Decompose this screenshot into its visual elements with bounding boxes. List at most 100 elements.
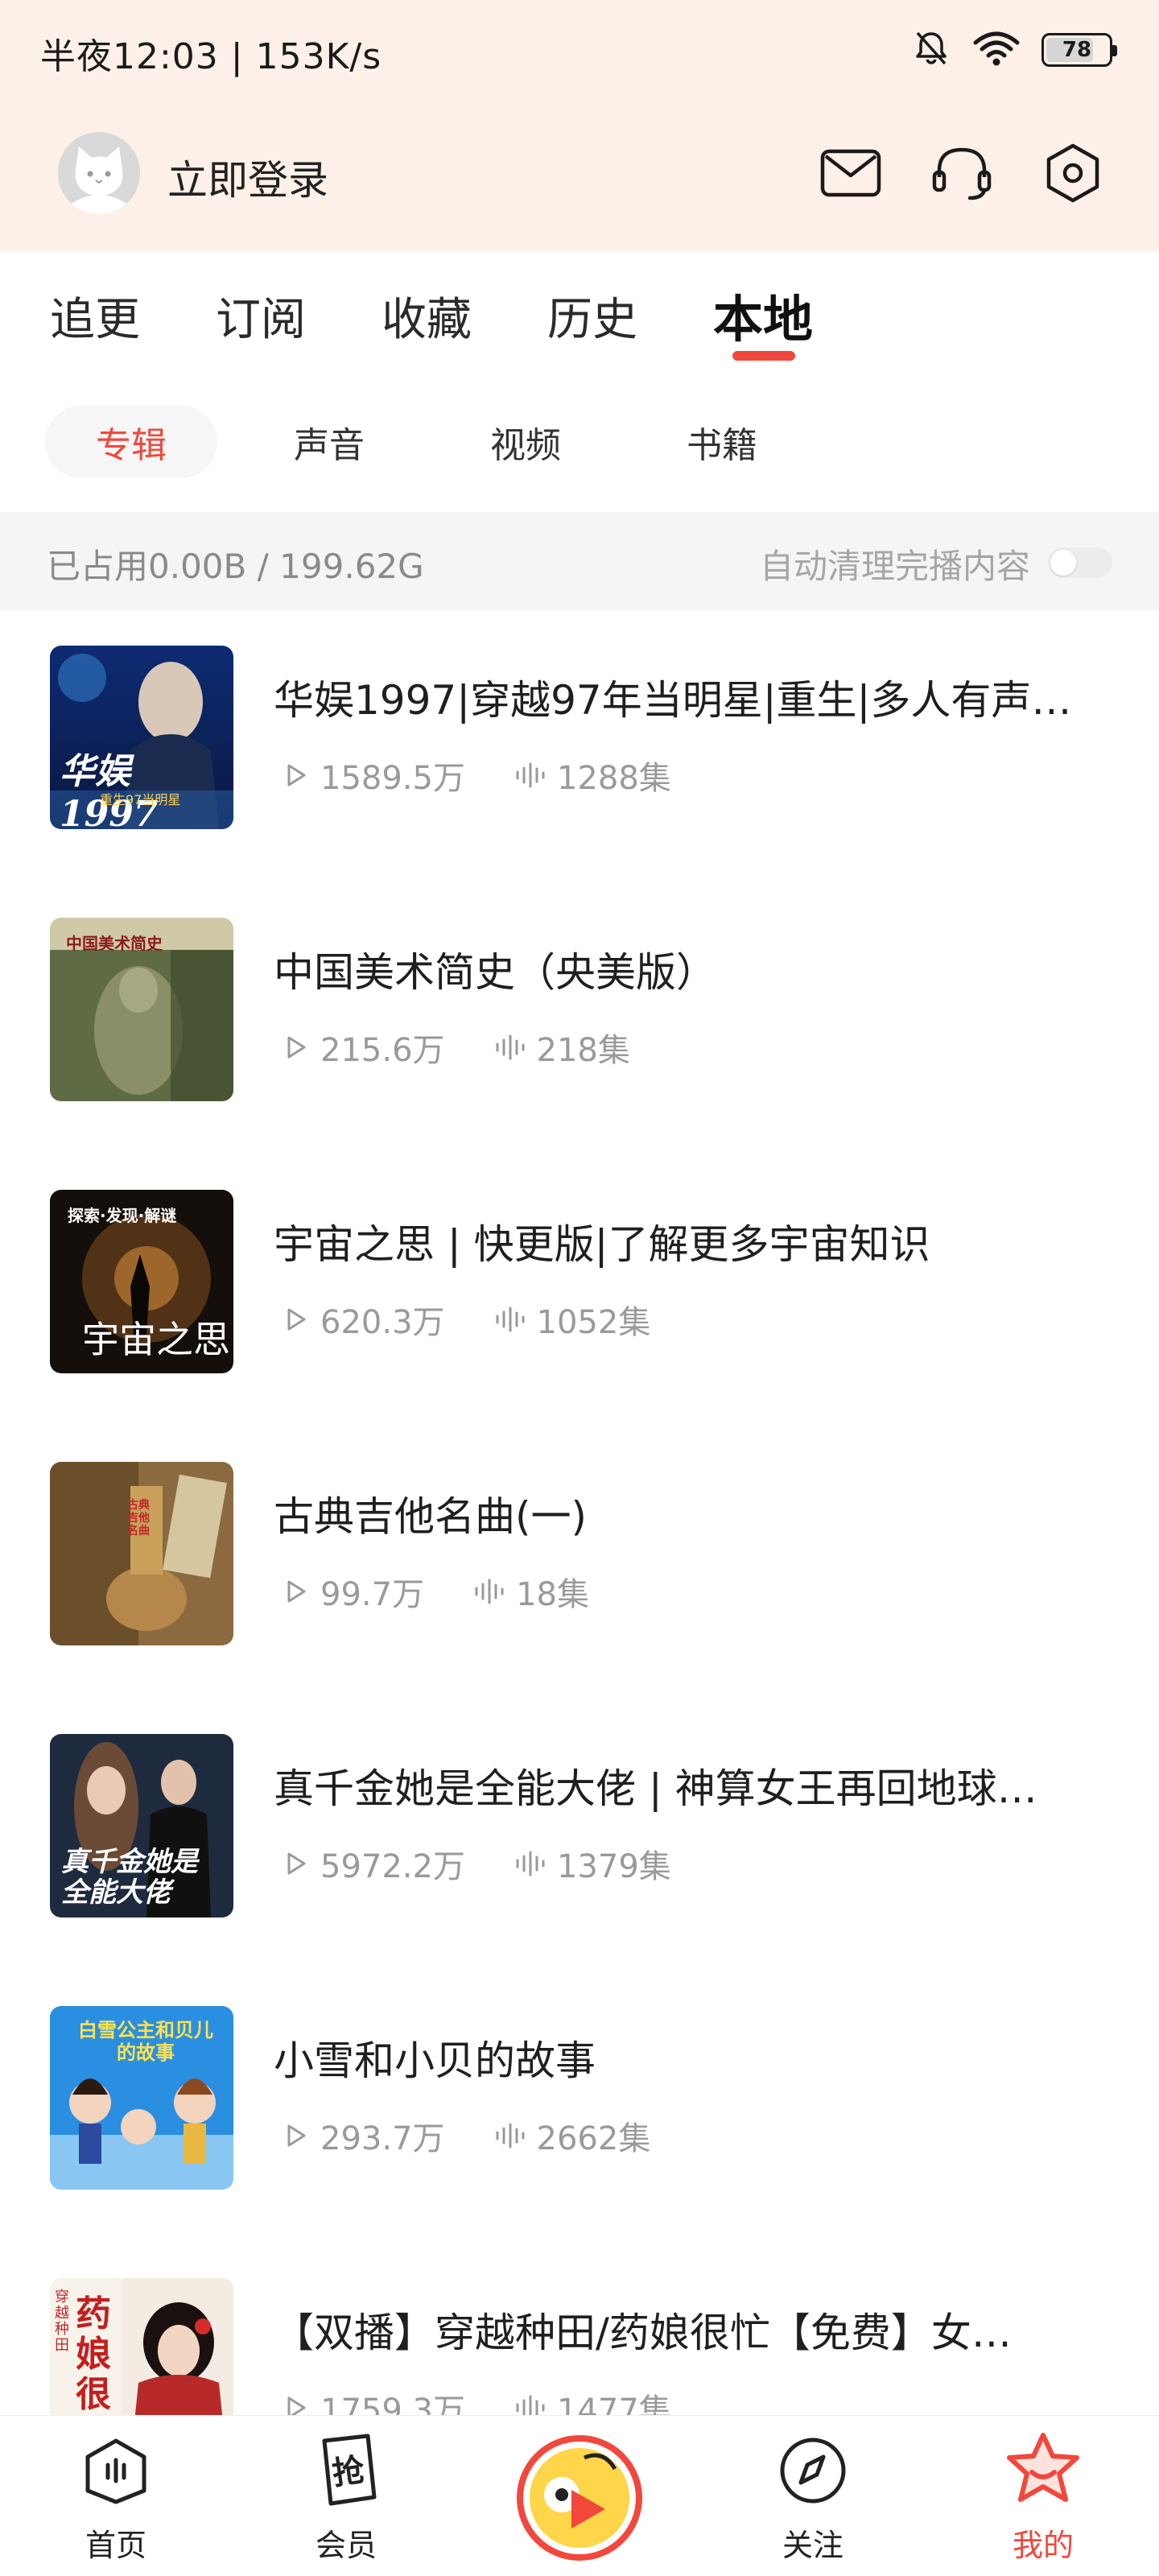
- album-title: 宇宙之思 | 快更版|了解更多宇宙知识: [274, 1221, 930, 1268]
- storage-bar: 已占用0.00B / 199.62G 自动清理完播内容: [0, 512, 1159, 610]
- album-meta: 620.3万 1052集: [282, 1296, 699, 1343]
- compass-icon: [773, 2430, 853, 2511]
- cover-title: 中国美术简史: [66, 934, 163, 953]
- episodes-icon: [516, 762, 545, 788]
- settings-hexagon-icon[interactable]: [1038, 138, 1107, 208]
- album-meta: 293.7万 2662集: [282, 2112, 699, 2159]
- play-count: 99.7万: [320, 1576, 425, 1613]
- cover-title: 华娱1997: [60, 751, 159, 829]
- album-meta: 1589.5万 1288集: [282, 752, 720, 799]
- album-title: 【双播】穿越种田/药娘很忙【免费】女…: [274, 2310, 1012, 2356]
- avatar[interactable]: [58, 132, 140, 214]
- episode-count: 1288集: [556, 760, 671, 797]
- album-cover[interactable]: 探索·发现·解谜 宇宙之思: [50, 1190, 233, 1373]
- play-count: 620.3万: [320, 1304, 445, 1341]
- nav-mine[interactable]: 我的: [963, 2416, 1124, 2576]
- cover-title: 真千金她是全能大佬: [61, 1846, 198, 1909]
- top-header: 半夜12:03 | 153K/s 78 立即登录: [0, 0, 1159, 251]
- list-item[interactable]: 真千金她是全能大佬 真千金她是全能大佬 | 神算女王再回地球… 5972.2万 …: [0, 1699, 1159, 1971]
- subtab-sounds[interactable]: 声音: [269, 406, 390, 478]
- play-count-icon: [287, 1308, 306, 1331]
- profile-bar: 立即登录: [0, 121, 1159, 225]
- list-item[interactable]: 探索·发现·解谜 宇宙之思 宇宙之思 | 快更版|了解更多宇宙知识 620.3万…: [0, 1154, 1159, 1426]
- nav-home-label: 首页: [85, 2528, 146, 2563]
- album-cover[interactable]: 穿越种田 药娘很忙: [50, 2278, 233, 2415]
- subtab-albums[interactable]: 专辑: [45, 406, 217, 478]
- tab-history[interactable]: 历史: [547, 283, 637, 349]
- list-item[interactable]: 华娱1997 重生97当明星 华娱1997|穿越97年当明星|重生|多人有声… …: [0, 610, 1159, 882]
- nav-follow[interactable]: 关注: [732, 2416, 893, 2576]
- album-cover[interactable]: 中国美术简史: [50, 918, 233, 1101]
- auto-clean-toggle[interactable]: [1048, 547, 1112, 578]
- tab-favorites[interactable]: 收藏: [382, 283, 472, 349]
- play-count: 215.6万: [320, 1032, 445, 1069]
- tab-local[interactable]: 本地: [713, 279, 813, 351]
- episode-count: 1379集: [556, 1848, 671, 1885]
- login-link[interactable]: 立即登录: [167, 148, 328, 206]
- album-title: 华娱1997|穿越97年当明星|重生|多人有声…: [274, 677, 1072, 724]
- list-item[interactable]: 古典吉他名曲 古典吉他名曲(一) 99.7万 18集: [0, 1426, 1159, 1699]
- subtab-videos[interactable]: 视频: [465, 406, 586, 478]
- home-icon: [76, 2430, 156, 2511]
- bottom-navigation: 首页 抢 会员 关注 我的: [0, 2415, 1159, 2576]
- main-tab-bar: 追更 订阅 收藏 历史 本地: [0, 251, 1159, 372]
- battery-level: 78: [1062, 38, 1092, 62]
- center-play-icon[interactable]: [515, 2434, 644, 2562]
- battery-indicator: 78: [1041, 33, 1117, 67]
- tab-follow-updates[interactable]: 追更: [50, 283, 140, 349]
- cat-avatar-icon: [58, 132, 140, 214]
- episodes-icon: [516, 1851, 545, 1876]
- album-meta: 99.7万 18集: [282, 1568, 637, 1615]
- play-count: 293.7万: [320, 2120, 445, 2157]
- nav-vip-label: 会员: [315, 2528, 377, 2563]
- play-count: 1589.5万: [320, 760, 465, 797]
- cover-subtitle: 探索·发现·解谜: [68, 1206, 177, 1225]
- episode-count: 218集: [536, 1032, 630, 1069]
- episode-count: 1052集: [536, 1304, 651, 1341]
- nav-follow-label: 关注: [782, 2528, 843, 2563]
- play-count: 5972.2万: [320, 1848, 465, 1885]
- episodes-icon: [496, 2123, 525, 2149]
- album-meta: 5972.2万 1379集: [282, 1840, 720, 1887]
- episode-count: 2662集: [536, 2120, 651, 2157]
- sub-tab-bar: 专辑 声音 视频 书籍: [0, 393, 1159, 489]
- list-item[interactable]: 中国美术简史 中国美术简史（央美版） 215.6万 218集: [0, 882, 1159, 1154]
- episodes-icon: [496, 1034, 525, 1060]
- storage-usage-text: 已占用0.00B / 199.62G: [47, 547, 424, 586]
- tab-subscriptions[interactable]: 订阅: [216, 283, 306, 349]
- profile-star-icon: [1003, 2430, 1083, 2511]
- play-count-icon: [287, 2396, 306, 2415]
- cover-title: 古典吉他名曲: [127, 1499, 150, 1538]
- cover-title: 宇宙之思: [82, 1318, 230, 1361]
- mail-icon[interactable]: [816, 138, 885, 208]
- episode-count: 18集: [516, 1576, 589, 1613]
- nav-home[interactable]: 首页: [35, 2416, 196, 2576]
- album-meta: 1759.3万 1477集: [282, 2384, 720, 2415]
- tab-active-indicator: [732, 351, 795, 361]
- cover-subtitle: 重生97当明星: [100, 792, 181, 807]
- status-time-speed: 半夜12:03 | 153K/s: [40, 36, 382, 77]
- list-item[interactable]: 白雪公主和贝儿的故事 小雪和小贝的故事 293.7万 2662集: [0, 1971, 1159, 2243]
- album-cover[interactable]: 古典吉他名曲: [50, 1462, 233, 1645]
- episodes-icon: [496, 1307, 525, 1332]
- album-cover[interactable]: 华娱1997 重生97当明星: [50, 646, 233, 829]
- play-count-icon: [287, 1036, 306, 1059]
- status-icons: 78: [911, 27, 1117, 72]
- play-count-icon: [287, 764, 306, 786]
- nav-vip[interactable]: 抢 会员: [266, 2416, 427, 2576]
- cover-title: 药娘很忙: [76, 2293, 111, 2416]
- episode-count: 1477集: [556, 2392, 671, 2415]
- album-cover[interactable]: 真千金她是全能大佬: [50, 1734, 233, 1918]
- cover-subtitle: 穿越种田: [55, 2289, 69, 2354]
- mute-bell-icon: [911, 28, 951, 72]
- wifi-icon: [972, 28, 1021, 72]
- album-meta: 215.6万 218集: [282, 1024, 678, 1071]
- album-title: 古典吉他名曲(一): [274, 1493, 588, 1540]
- list-item[interactable]: 穿越种田 药娘很忙 【双播】穿越种田/药娘很忙【免费】女… 1759.3万 14…: [0, 2243, 1159, 2415]
- play-count: 1759.3万: [320, 2392, 465, 2415]
- subtab-books[interactable]: 书籍: [662, 406, 782, 478]
- headset-icon[interactable]: [927, 138, 996, 208]
- vip-grab-icon: 抢: [306, 2430, 386, 2511]
- album-cover[interactable]: 白雪公主和贝儿的故事: [50, 2006, 233, 2190]
- album-title: 真千金她是全能大佬 | 神算女王再回地球…: [274, 1765, 1037, 1812]
